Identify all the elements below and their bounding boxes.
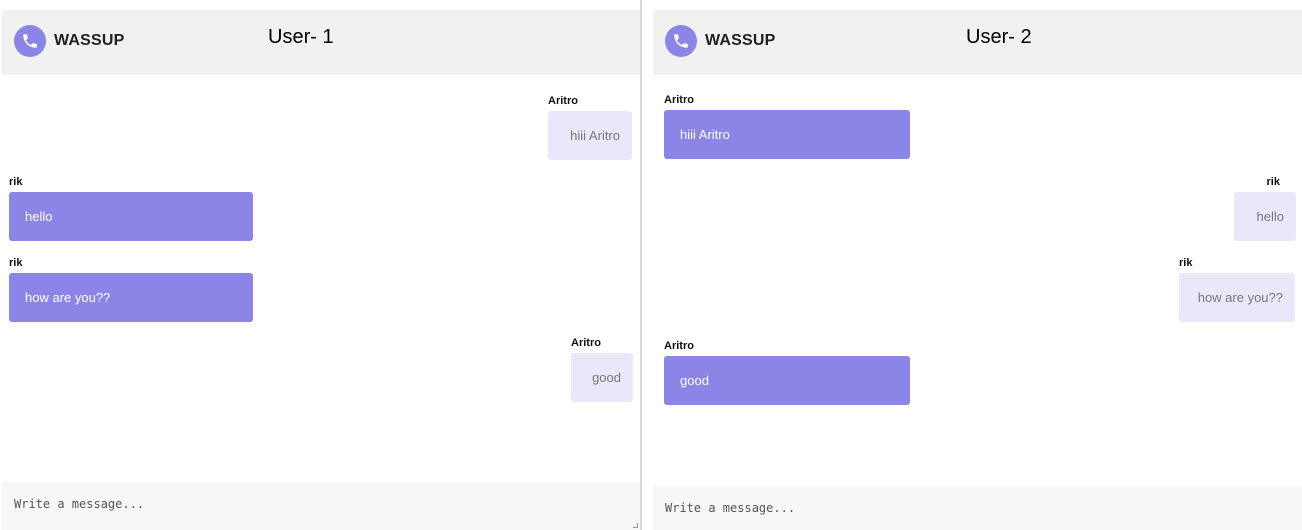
message-sender: Aritro [571, 337, 601, 349]
message-sender: rik [9, 257, 23, 269]
chat-window-user-2: WASSUP User- 2 Aritro hiii Aritro rik he… [643, 0, 1302, 530]
message-sent: rik hello [9, 176, 253, 241]
chat-header: WASSUP User- 1 [2, 10, 640, 75]
message-bubble: hello [1234, 192, 1296, 241]
resize-handle-icon[interactable] [633, 523, 638, 528]
panel-divider [640, 0, 642, 530]
message-received: Aritro good [571, 337, 633, 402]
message-sender: rik [1266, 176, 1280, 188]
message-composer [653, 486, 1302, 530]
message-sender: Aritro [664, 94, 694, 106]
message-bubble: good [571, 353, 633, 402]
chat-window-user-1: WASSUP User- 1 Aritro hiii Aritro rik he… [0, 0, 640, 530]
message-bubble: hello [9, 192, 253, 241]
message-received: rik hello [1234, 176, 1296, 241]
message-received: rik how are you?? [1179, 257, 1295, 322]
user-label: User- 2 [966, 26, 1032, 48]
message-bubble: hiii Aritro [664, 110, 910, 159]
message-input[interactable] [663, 500, 1167, 516]
message-bubble: how are you?? [9, 273, 253, 322]
app-name: WASSUP [54, 32, 125, 49]
phone-icon [665, 25, 697, 57]
message-sent: rik how are you?? [9, 257, 253, 322]
user-label: User- 1 [268, 26, 334, 48]
message-bubble: hiii Aritro [548, 111, 632, 160]
message-bubble: how are you?? [1179, 273, 1295, 322]
message-sent: Aritro good [664, 340, 910, 405]
message-composer [2, 482, 640, 530]
message-received: Aritro hiii Aritro [548, 95, 632, 160]
chat-header: WASSUP User- 2 [653, 10, 1302, 75]
app-name: WASSUP [705, 32, 776, 49]
message-sender: Aritro [664, 340, 694, 352]
message-sender: rik [9, 176, 23, 188]
phone-icon [14, 25, 46, 57]
message-bubble: good [664, 356, 910, 405]
message-input[interactable] [12, 496, 516, 512]
message-sender: rik [1179, 257, 1193, 269]
message-sender: Aritro [548, 95, 578, 107]
message-sent: Aritro hiii Aritro [664, 94, 910, 159]
